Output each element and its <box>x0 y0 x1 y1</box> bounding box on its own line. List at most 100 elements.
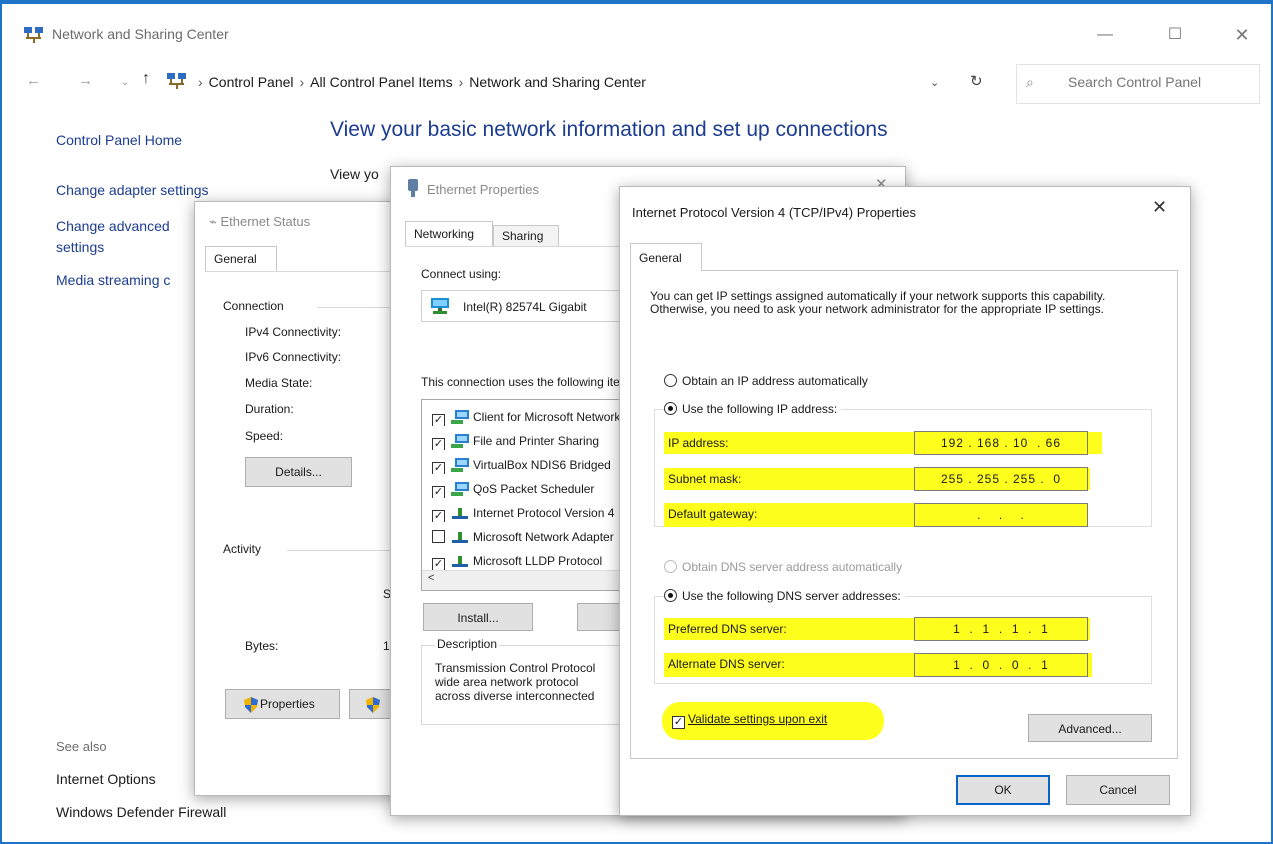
tab-sharing[interactable]: Sharing <box>493 225 559 247</box>
uac-shield-icon <box>244 696 258 713</box>
chevron-right-icon: › <box>299 74 305 90</box>
breadcrumb: › Control Panel › All Control Panel Items › N… <box>192 74 646 90</box>
chevron-right-icon: › <box>198 74 203 90</box>
media-state-label: Media State: <box>245 376 313 390</box>
list-item-label: Client for Microsoft Networks <box>473 410 621 424</box>
dialog-title: Internet Protocol Version 4 (TCP/IPv4) P… <box>632 205 916 220</box>
radio-checked <box>664 402 677 415</box>
description-label: Description <box>435 637 500 651</box>
list-item[interactable]: Microsoft Network Adapter <box>432 528 620 546</box>
control-panel-home-link[interactable]: Control Panel Home <box>56 132 182 148</box>
default-gateway-label: Default gateway: <box>668 507 758 521</box>
list-item-label: Microsoft Network Adapter <box>473 530 614 544</box>
network-sharing-icon <box>24 27 43 43</box>
close-icon[interactable]: ✕ <box>1152 197 1167 218</box>
checkbox-checked[interactable]: ✓ <box>432 558 445 570</box>
list-item[interactable]: ✓ VirtualBox NDIS6 Bridged <box>432 456 620 474</box>
install-button[interactable]: Install... <box>423 603 533 631</box>
advanced-button[interactable]: Advanced... <box>1028 714 1152 742</box>
bytes-value: 1 <box>383 639 390 653</box>
firewall-link[interactable]: Windows Defender Firewall <box>56 804 226 820</box>
radio-disabled <box>664 560 677 573</box>
list-item-label: QoS Packet Scheduler <box>473 482 595 496</box>
network-client-icon <box>451 434 469 448</box>
breadcrumb-all-items[interactable]: All Control Panel Items <box>310 74 452 90</box>
tab-networking[interactable]: Networking <box>405 221 493 247</box>
search-input[interactable] <box>1068 74 1248 90</box>
adapter-name: Intel(R) 82574L Gigabit <box>463 300 587 314</box>
ok-button[interactable]: OK <box>956 775 1050 805</box>
components-list[interactable]: ✓ Client for Microsoft Networks ✓ File and … <box>421 399 621 591</box>
network-client-icon <box>451 410 469 424</box>
properties-button[interactable]: Properties <box>225 689 340 719</box>
internet-options-link[interactable]: Internet Options <box>56 771 156 787</box>
alternate-dns-label: Alternate DNS server: <box>668 657 785 671</box>
close-window-button[interactable]: ✕ <box>1219 20 1265 50</box>
ipv6-connectivity-label: IPv6 Connectivity: <box>245 350 342 364</box>
main-window: Network and Sharing Center — ☐ ✕ ← → ⌄ ↑… <box>0 0 1273 844</box>
ipv4-properties-dialog: Internet Protocol Version 4 (TCP/IPv4) P… <box>619 186 1191 816</box>
list-item[interactable]: ✓ Client for Microsoft Networks <box>432 408 621 426</box>
media-streaming-link[interactable]: Media streaming c <box>56 272 170 288</box>
radio-unchecked <box>664 374 677 387</box>
checkbox-checked[interactable]: ✓ <box>432 462 445 474</box>
breadcrumb-control-panel[interactable]: Control Panel <box>209 74 294 90</box>
page-title: View your basic network information and … <box>330 118 888 141</box>
checkbox-checked[interactable]: ✓ <box>432 438 445 450</box>
list-item[interactable]: ✓ QoS Packet Scheduler <box>432 480 620 498</box>
change-advanced-settings-link[interactable]: Change advanced settings <box>56 216 206 258</box>
use-following-ip-radio[interactable]: Use the following IP address: <box>664 402 842 416</box>
checkbox-checked[interactable]: ✓ <box>432 414 445 426</box>
details-button[interactable]: Details... <box>245 457 352 487</box>
back-arrow-icon[interactable]: ← <box>26 72 41 89</box>
dialog-title: Ethernet Properties <box>427 182 540 197</box>
tab-general[interactable]: General <box>205 246 277 272</box>
duration-label: Duration: <box>245 402 294 416</box>
validate-settings-checkbox[interactable]: ✓ Validate settings upon exit <box>672 712 827 729</box>
preferred-dns-field[interactable]: 1 . 1 . 1 . 1 <box>914 617 1088 641</box>
description-text: Transmission Control Protocol wide area … <box>435 661 621 703</box>
checkbox-checked[interactable]: ✓ <box>432 486 445 498</box>
default-gateway-field[interactable]: . . . <box>914 503 1088 527</box>
ip-address-label: IP address: <box>668 436 729 450</box>
breadcrumb-network-center[interactable]: Network and Sharing Center <box>469 74 646 90</box>
network-adapter-icon <box>431 298 449 314</box>
speed-label: Speed: <box>245 429 284 443</box>
horizontal-scrollbar[interactable]: < <box>422 570 620 590</box>
cancel-button[interactable]: Cancel <box>1066 775 1170 805</box>
preferred-dns-label: Preferred DNS server: <box>668 622 787 636</box>
up-arrow-icon[interactable]: ↑ <box>142 70 150 88</box>
ipv4-connectivity-label: IPv4 Connectivity: <box>245 325 342 339</box>
forward-arrow-icon[interactable]: → <box>78 72 93 89</box>
obtain-ip-auto-radio[interactable]: Obtain an IP address automatically <box>664 374 868 388</box>
radio-checked <box>664 589 677 602</box>
checkbox-unchecked[interactable] <box>432 530 445 543</box>
refresh-icon[interactable]: ↻ <box>970 72 983 90</box>
list-item[interactable]: ✓ Microsoft LLDP Protocol <box>432 552 620 570</box>
protocol-icon <box>452 532 468 543</box>
protocol-icon <box>452 508 468 519</box>
maximize-button[interactable]: ☐ <box>1152 20 1198 50</box>
protocol-icon <box>452 556 468 567</box>
list-item[interactable]: ✓ File and Printer Sharing <box>432 432 620 450</box>
connect-using-label: Connect using: <box>421 267 502 281</box>
checkbox-checked[interactable]: ✓ <box>432 510 445 522</box>
dialog-title: ⌁ Ethernet Status <box>209 214 311 229</box>
use-following-dns-radio[interactable]: Use the following DNS server addresses: <box>664 589 905 603</box>
subnet-mask-field[interactable]: 255 . 255 . 255 . 0 <box>914 467 1088 491</box>
address-dropdown-icon[interactable]: ⌄ <box>930 76 939 89</box>
info-text: You can get IP settings assigned automat… <box>650 289 1106 316</box>
scroll-left-arrow-icon[interactable]: < <box>428 572 434 584</box>
network-client-icon <box>451 458 469 472</box>
recent-locations-chevron-icon[interactable]: ⌄ <box>121 77 129 88</box>
list-item[interactable]: ✓ Internet Protocol Version 4 <box>432 504 620 522</box>
ip-address-field[interactable]: 192 . 168 . 10 . 66 <box>914 431 1088 455</box>
network-client-icon <box>451 482 469 496</box>
ethernet-icon <box>408 179 418 197</box>
chevron-right-icon: › <box>458 74 464 90</box>
minimize-button[interactable]: — <box>1082 20 1128 50</box>
see-also-heading: See also <box>56 739 107 754</box>
change-adapter-settings-link[interactable]: Change adapter settings <box>56 182 209 198</box>
alternate-dns-field[interactable]: 1 . 0 . 0 . 1 <box>914 653 1088 677</box>
tab-general[interactable]: General <box>630 243 702 271</box>
